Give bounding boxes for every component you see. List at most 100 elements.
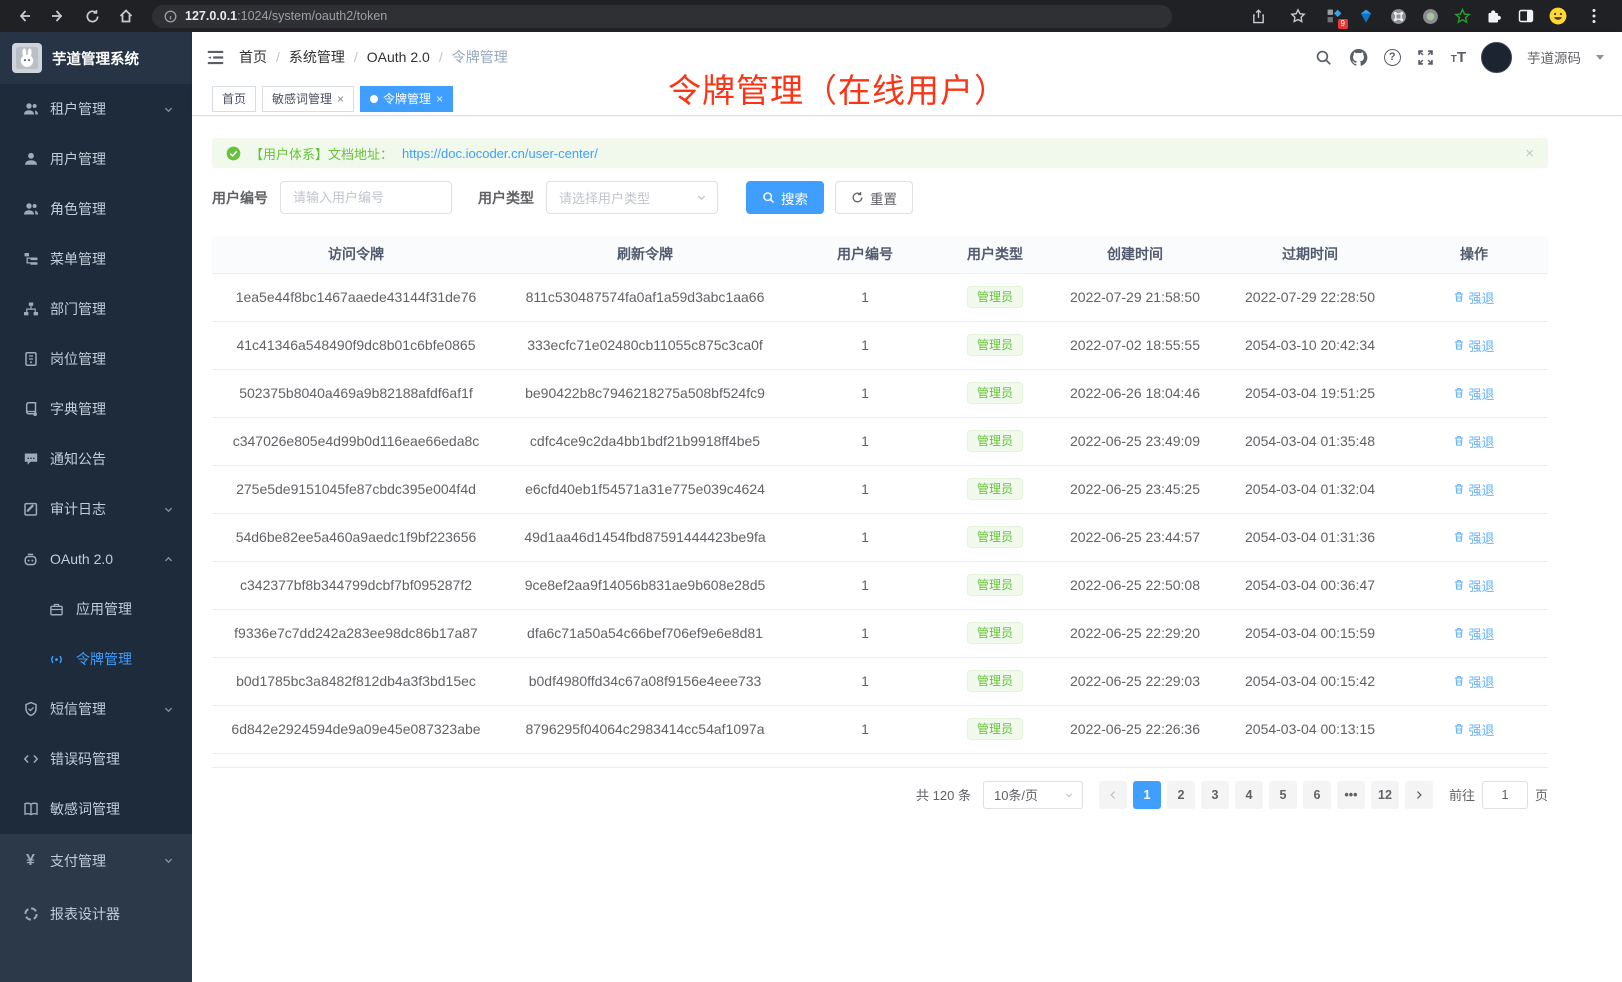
sidebar-item-menu[interactable]: 菜单管理: [0, 234, 192, 284]
sidebar-toggle-icon[interactable]: [1516, 6, 1536, 26]
home-icon[interactable]: [112, 3, 140, 29]
breadcrumb-oauth2[interactable]: OAuth 2.0: [367, 49, 430, 65]
share-icon[interactable]: [1244, 3, 1272, 29]
pagination: 共 120 条 10条/页 1 2 3 4 5 6 ••• 12 前往 页: [212, 781, 1548, 809]
tag-sensitive-word[interactable]: 敏感词管理 ×: [262, 86, 354, 112]
search-icon[interactable]: [1314, 47, 1334, 67]
force-logout-button[interactable]: 强退: [1453, 480, 1494, 499]
page-size-select[interactable]: 10条/页: [983, 781, 1083, 809]
user-type-cell: 管理员: [940, 657, 1050, 705]
sidebar-item-post[interactable]: 岗位管理: [0, 334, 192, 384]
sidebar-item-notice[interactable]: 通知公告: [0, 434, 192, 484]
user-type-badge: 管理员: [967, 286, 1023, 308]
alert-close-icon[interactable]: ×: [1525, 145, 1534, 162]
close-icon[interactable]: ×: [337, 92, 344, 106]
tag-home[interactable]: 首页: [212, 86, 256, 112]
font-size-icon[interactable]: TT: [1451, 49, 1466, 66]
user-type-cell: 管理员: [940, 609, 1050, 657]
force-logout-button[interactable]: 强退: [1453, 720, 1494, 739]
browser-menu-icon[interactable]: [1580, 3, 1608, 29]
user-type-badge: 管理员: [967, 526, 1023, 548]
page-button-1[interactable]: 1: [1133, 781, 1161, 809]
github-icon[interactable]: [1349, 47, 1369, 67]
page-button-6[interactable]: 6: [1303, 781, 1331, 809]
page-button-12[interactable]: 12: [1371, 781, 1399, 809]
user-id-cell: 1: [790, 561, 940, 609]
expires-cell: 2054-03-04 00:13:15: [1220, 705, 1400, 753]
tag-token[interactable]: 令牌管理 ×: [360, 86, 453, 112]
user-type-select[interactable]: 请选择用户类型: [546, 181, 718, 214]
sidebar-item-label: 令牌管理: [76, 649, 132, 669]
url-bar[interactable]: 127.0.0.1:1024/system/oauth2/token: [152, 5, 1172, 28]
prev-page-button[interactable]: [1099, 781, 1127, 809]
close-icon[interactable]: ×: [436, 92, 443, 106]
fullscreen-icon[interactable]: [1416, 47, 1436, 67]
hamburger-icon[interactable]: [192, 48, 239, 67]
breadcrumb-separator: /: [354, 49, 358, 65]
action-cell: 强退: [1400, 465, 1548, 513]
reset-button[interactable]: 重置: [835, 181, 913, 214]
user-menu-caret-icon[interactable]: [1596, 55, 1604, 60]
table-row: 6d842e2924594de9a09e45e087323abe 8796295…: [212, 705, 1548, 753]
chevron-down-icon: [1064, 790, 1074, 800]
alert-doc-link[interactable]: https://doc.iocoder.cn/user-center/: [402, 146, 598, 161]
force-logout-button[interactable]: 强退: [1453, 432, 1494, 451]
breadcrumb-system[interactable]: 系统管理: [289, 47, 345, 67]
sidebar-item-oauth2[interactable]: OAuth 2.0: [0, 534, 192, 584]
sidebar-item-dict[interactable]: 字典管理: [0, 384, 192, 434]
goto-page-input[interactable]: [1482, 781, 1528, 809]
sidebar-item-sms[interactable]: 短信管理: [0, 684, 192, 734]
user-type-badge: 管理员: [967, 334, 1023, 356]
site-info-icon[interactable]: [164, 10, 177, 23]
extension-record-icon[interactable]: [1420, 6, 1440, 26]
extension-gem-icon[interactable]: [1356, 6, 1376, 26]
page-button-4[interactable]: 4: [1235, 781, 1263, 809]
force-logout-button[interactable]: 强退: [1453, 576, 1494, 595]
force-logout-button[interactable]: 强退: [1453, 336, 1494, 355]
force-logout-button[interactable]: 强退: [1453, 288, 1494, 307]
sidebar-item-user[interactable]: 用户管理: [0, 134, 192, 184]
sidebar-item-oauth2-app[interactable]: 应用管理: [0, 584, 192, 634]
extension-puzzle-icon[interactable]: [1484, 6, 1504, 26]
force-logout-button[interactable]: 强退: [1453, 528, 1494, 547]
sidebar-item-sensitive-word[interactable]: 敏感词管理: [0, 784, 192, 834]
sidebar-item-pay[interactable]: ¥ 支付管理: [0, 834, 192, 887]
col-user-type: 用户类型: [940, 236, 1050, 273]
sidebar-item-report-designer[interactable]: 报表设计器: [0, 887, 192, 940]
user-id-input[interactable]: [280, 181, 452, 214]
reload-icon[interactable]: [78, 3, 106, 29]
profile-avatar-icon[interactable]: [1548, 6, 1568, 26]
more-pages-button[interactable]: •••: [1337, 781, 1365, 809]
sidebar-item-oauth2-token[interactable]: 令牌管理: [0, 634, 192, 684]
extension-command-icon[interactable]: [1388, 6, 1408, 26]
help-icon[interactable]: ?: [1384, 49, 1401, 66]
user-avatar[interactable]: [1481, 42, 1512, 73]
page-button-3[interactable]: 3: [1201, 781, 1229, 809]
page-button-2[interactable]: 2: [1167, 781, 1195, 809]
app-logo-bar[interactable]: 芋道管理系统: [0, 32, 192, 84]
user-name[interactable]: 芋道源码: [1527, 47, 1581, 67]
created-cell: 2022-06-26 18:04:46: [1050, 369, 1220, 417]
sidebar-item-dept[interactable]: 部门管理: [0, 284, 192, 334]
force-logout-button[interactable]: 强退: [1453, 384, 1494, 403]
bookmark-star-icon[interactable]: [1284, 3, 1312, 29]
forward-icon[interactable]: [44, 3, 72, 29]
sidebar-item-tenant[interactable]: 租户管理: [0, 84, 192, 134]
next-page-button[interactable]: [1405, 781, 1433, 809]
sidebar-item-audit-log[interactable]: 审计日志: [0, 484, 192, 534]
search-icon: [762, 191, 775, 204]
tag-label: 令牌管理: [383, 90, 431, 107]
back-icon[interactable]: [10, 3, 38, 29]
trash-icon: [1453, 531, 1465, 543]
page-button-5[interactable]: 5: [1269, 781, 1297, 809]
extension-tabs-icon[interactable]: 9: [1324, 6, 1344, 26]
extension-star-icon[interactable]: [1452, 6, 1472, 26]
created-cell: 2022-06-25 22:29:20: [1050, 609, 1220, 657]
breadcrumb-home[interactable]: 首页: [239, 47, 267, 67]
sidebar-item-role[interactable]: 角色管理: [0, 184, 192, 234]
sidebar-item-errcode[interactable]: 错误码管理: [0, 734, 192, 784]
force-logout-button[interactable]: 强退: [1453, 672, 1494, 691]
force-logout-button[interactable]: 强退: [1453, 624, 1494, 643]
search-button[interactable]: 搜索: [746, 181, 824, 214]
user-type-cell: 管理员: [940, 273, 1050, 321]
